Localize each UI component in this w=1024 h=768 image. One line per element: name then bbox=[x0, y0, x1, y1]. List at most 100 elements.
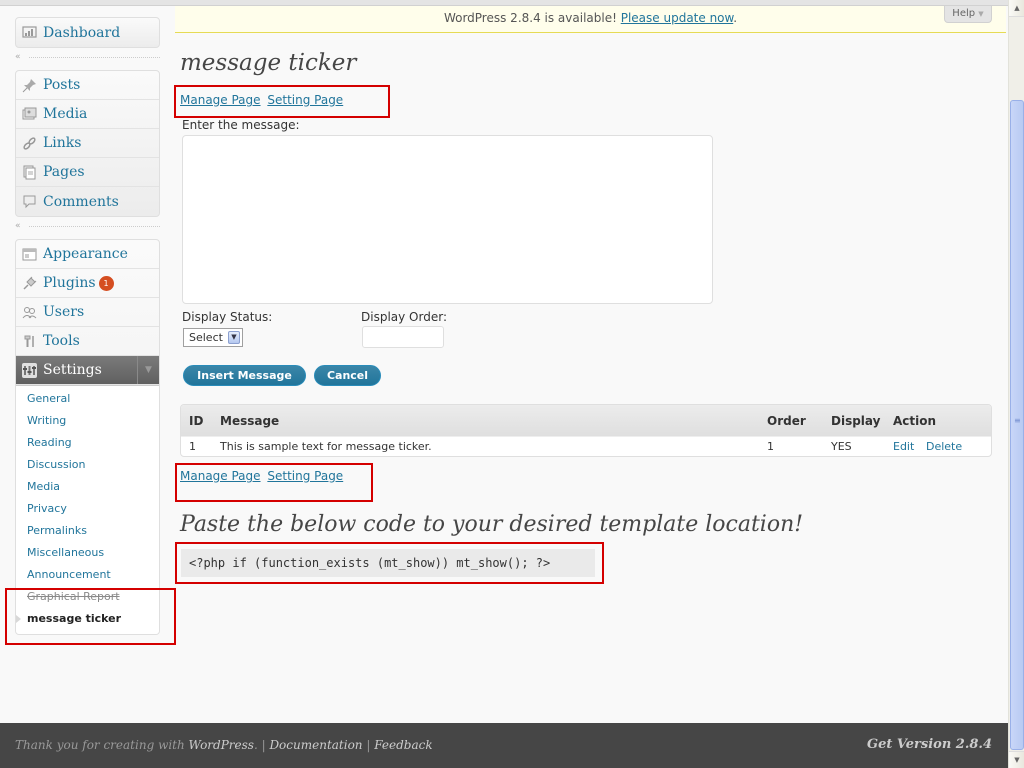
menu-item-pages[interactable]: Pages bbox=[16, 158, 159, 187]
menu-label: Appearance bbox=[43, 246, 128, 262]
dashboard-icon bbox=[22, 25, 37, 40]
link-icon bbox=[22, 136, 37, 151]
pages-icon bbox=[22, 165, 37, 180]
get-version-link[interactable]: Get Version 2.8.4 bbox=[867, 737, 992, 752]
message-textarea[interactable] bbox=[182, 135, 713, 304]
menu-item-plugins[interactable]: Plugins 1 bbox=[16, 269, 159, 298]
message-label: Enter the message: bbox=[182, 118, 300, 132]
comment-icon bbox=[22, 194, 37, 209]
highlight-box bbox=[5, 588, 176, 645]
menu-separator[interactable]: « bbox=[15, 217, 160, 239]
documentation-link[interactable]: Documentation bbox=[269, 738, 362, 752]
media-icon bbox=[22, 107, 37, 122]
menu-group-admin: Appearance Plugins 1 Users Tools Setting… bbox=[15, 239, 160, 635]
settings-icon bbox=[22, 362, 37, 378]
cell-order: 1 bbox=[767, 440, 774, 453]
table-header: ID Message Order Display Action bbox=[181, 405, 991, 436]
submenu-item-permalinks[interactable]: Permalinks bbox=[16, 520, 159, 542]
menu-label: Tools bbox=[43, 333, 80, 349]
cell-id: 1 bbox=[189, 440, 196, 453]
menu-label: Settings bbox=[43, 362, 102, 378]
menu-label: Plugins bbox=[43, 275, 96, 291]
highlight-box bbox=[175, 542, 604, 584]
footer-thanks: Thank you for creating with bbox=[15, 738, 189, 752]
cancel-button[interactable]: Cancel bbox=[314, 365, 381, 386]
column-header-order: Order bbox=[767, 413, 806, 428]
help-button[interactable]: Help ▼ bbox=[944, 6, 992, 23]
menu-label: Comments bbox=[43, 193, 119, 210]
menu-item-dashboard[interactable]: Dashboard bbox=[16, 18, 159, 47]
appearance-icon bbox=[22, 247, 37, 262]
collapse-arrows-icon[interactable]: « bbox=[15, 221, 21, 231]
menu-label: Dashboard bbox=[43, 24, 121, 41]
update-notice: WordPress 2.8.4 is available! Please upd… bbox=[175, 6, 1006, 33]
submenu-item-miscellaneous[interactable]: Miscellaneous bbox=[16, 542, 159, 564]
submenu-item-general[interactable]: General bbox=[16, 388, 159, 410]
delete-link[interactable]: Delete bbox=[926, 440, 962, 453]
grip-icon: ≡ bbox=[1014, 416, 1021, 425]
cell-message: This is sample text for message ticker. bbox=[220, 440, 432, 453]
column-header-message: Message bbox=[220, 413, 280, 428]
scroll-down-icon[interactable]: ▼ bbox=[1009, 751, 1024, 768]
submenu-toggle-icon[interactable]: ▼ bbox=[137, 356, 159, 384]
display-status-select[interactable]: Select ▼ bbox=[183, 328, 243, 347]
messages-table: ID Message Order Display Action 1 This i… bbox=[180, 404, 992, 457]
column-header-action: Action bbox=[893, 413, 937, 428]
menu-group-dashboard: Dashboard bbox=[15, 17, 160, 48]
edit-link[interactable]: Edit bbox=[893, 440, 914, 453]
chevron-down-icon[interactable]: ▼ bbox=[228, 331, 240, 344]
menu-item-comments[interactable]: Comments bbox=[16, 187, 159, 216]
wordpress-link[interactable]: WordPress bbox=[189, 738, 254, 752]
update-end: . bbox=[733, 11, 738, 25]
cell-display: YES bbox=[831, 440, 852, 453]
plug-icon bbox=[22, 276, 37, 291]
submenu-item-reading[interactable]: Reading bbox=[16, 432, 159, 454]
select-value: Select bbox=[189, 331, 223, 344]
collapse-arrows-icon[interactable]: « bbox=[15, 52, 21, 62]
menu-group-content: Posts Media Links Pages Comments bbox=[15, 70, 160, 217]
help-label: Help bbox=[952, 8, 976, 19]
admin-menu: Dashboard « Posts Media Links Pages Comm… bbox=[15, 17, 160, 635]
feedback-link[interactable]: Feedback bbox=[374, 738, 432, 752]
scroll-up-icon[interactable]: ▲ bbox=[1009, 0, 1024, 17]
menu-label: Posts bbox=[43, 77, 81, 93]
page-title: message ticker bbox=[180, 50, 357, 76]
menu-item-links[interactable]: Links bbox=[16, 129, 159, 158]
menu-item-posts[interactable]: Posts bbox=[16, 71, 159, 100]
menu-label: Media bbox=[43, 106, 88, 122]
submenu-item-privacy[interactable]: Privacy bbox=[16, 498, 159, 520]
column-header-id: ID bbox=[189, 413, 204, 428]
display-order-input[interactable] bbox=[362, 326, 444, 348]
footer: Thank you for creating with WordPress. |… bbox=[0, 723, 1008, 768]
submenu-item-writing[interactable]: Writing bbox=[16, 410, 159, 432]
update-text: WordPress 2.8.4 is available! bbox=[443, 11, 621, 25]
chevron-down-icon: ▼ bbox=[978, 10, 984, 18]
scrollbar-thumb[interactable]: ≡ bbox=[1010, 100, 1024, 750]
update-count-badge: 1 bbox=[98, 275, 114, 291]
submenu-item-media[interactable]: Media bbox=[16, 476, 159, 498]
menu-item-users[interactable]: Users bbox=[16, 298, 159, 327]
menu-item-tools[interactable]: Tools bbox=[16, 327, 159, 356]
menu-item-settings[interactable]: Settings ▼ bbox=[16, 356, 159, 385]
submenu-item-discussion[interactable]: Discussion bbox=[16, 454, 159, 476]
display-status-label: Display Status: bbox=[182, 310, 273, 324]
footer-sep: . | bbox=[253, 738, 270, 752]
menu-label: Links bbox=[43, 135, 82, 151]
display-order-label: Display Order: bbox=[361, 310, 447, 324]
table-row: 1 This is sample text for message ticker… bbox=[181, 436, 991, 456]
menu-item-appearance[interactable]: Appearance bbox=[16, 240, 159, 269]
update-link[interactable]: Please update now bbox=[621, 11, 734, 25]
menu-label: Pages bbox=[43, 164, 85, 180]
highlight-box bbox=[175, 463, 373, 502]
tools-icon bbox=[22, 334, 37, 349]
submenu-item-announcement[interactable]: Announcement bbox=[16, 564, 159, 586]
pin-icon bbox=[22, 78, 37, 93]
column-header-display: Display bbox=[831, 413, 881, 428]
insert-message-button[interactable]: Insert Message bbox=[183, 365, 306, 386]
vertical-scrollbar[interactable]: ▲ ≡ ▼ bbox=[1008, 0, 1024, 768]
highlight-box bbox=[174, 85, 390, 118]
menu-separator[interactable]: « bbox=[15, 48, 160, 70]
menu-label: Users bbox=[43, 304, 85, 320]
footer-credits: Thank you for creating with WordPress. |… bbox=[15, 738, 433, 752]
menu-item-media[interactable]: Media bbox=[16, 100, 159, 129]
